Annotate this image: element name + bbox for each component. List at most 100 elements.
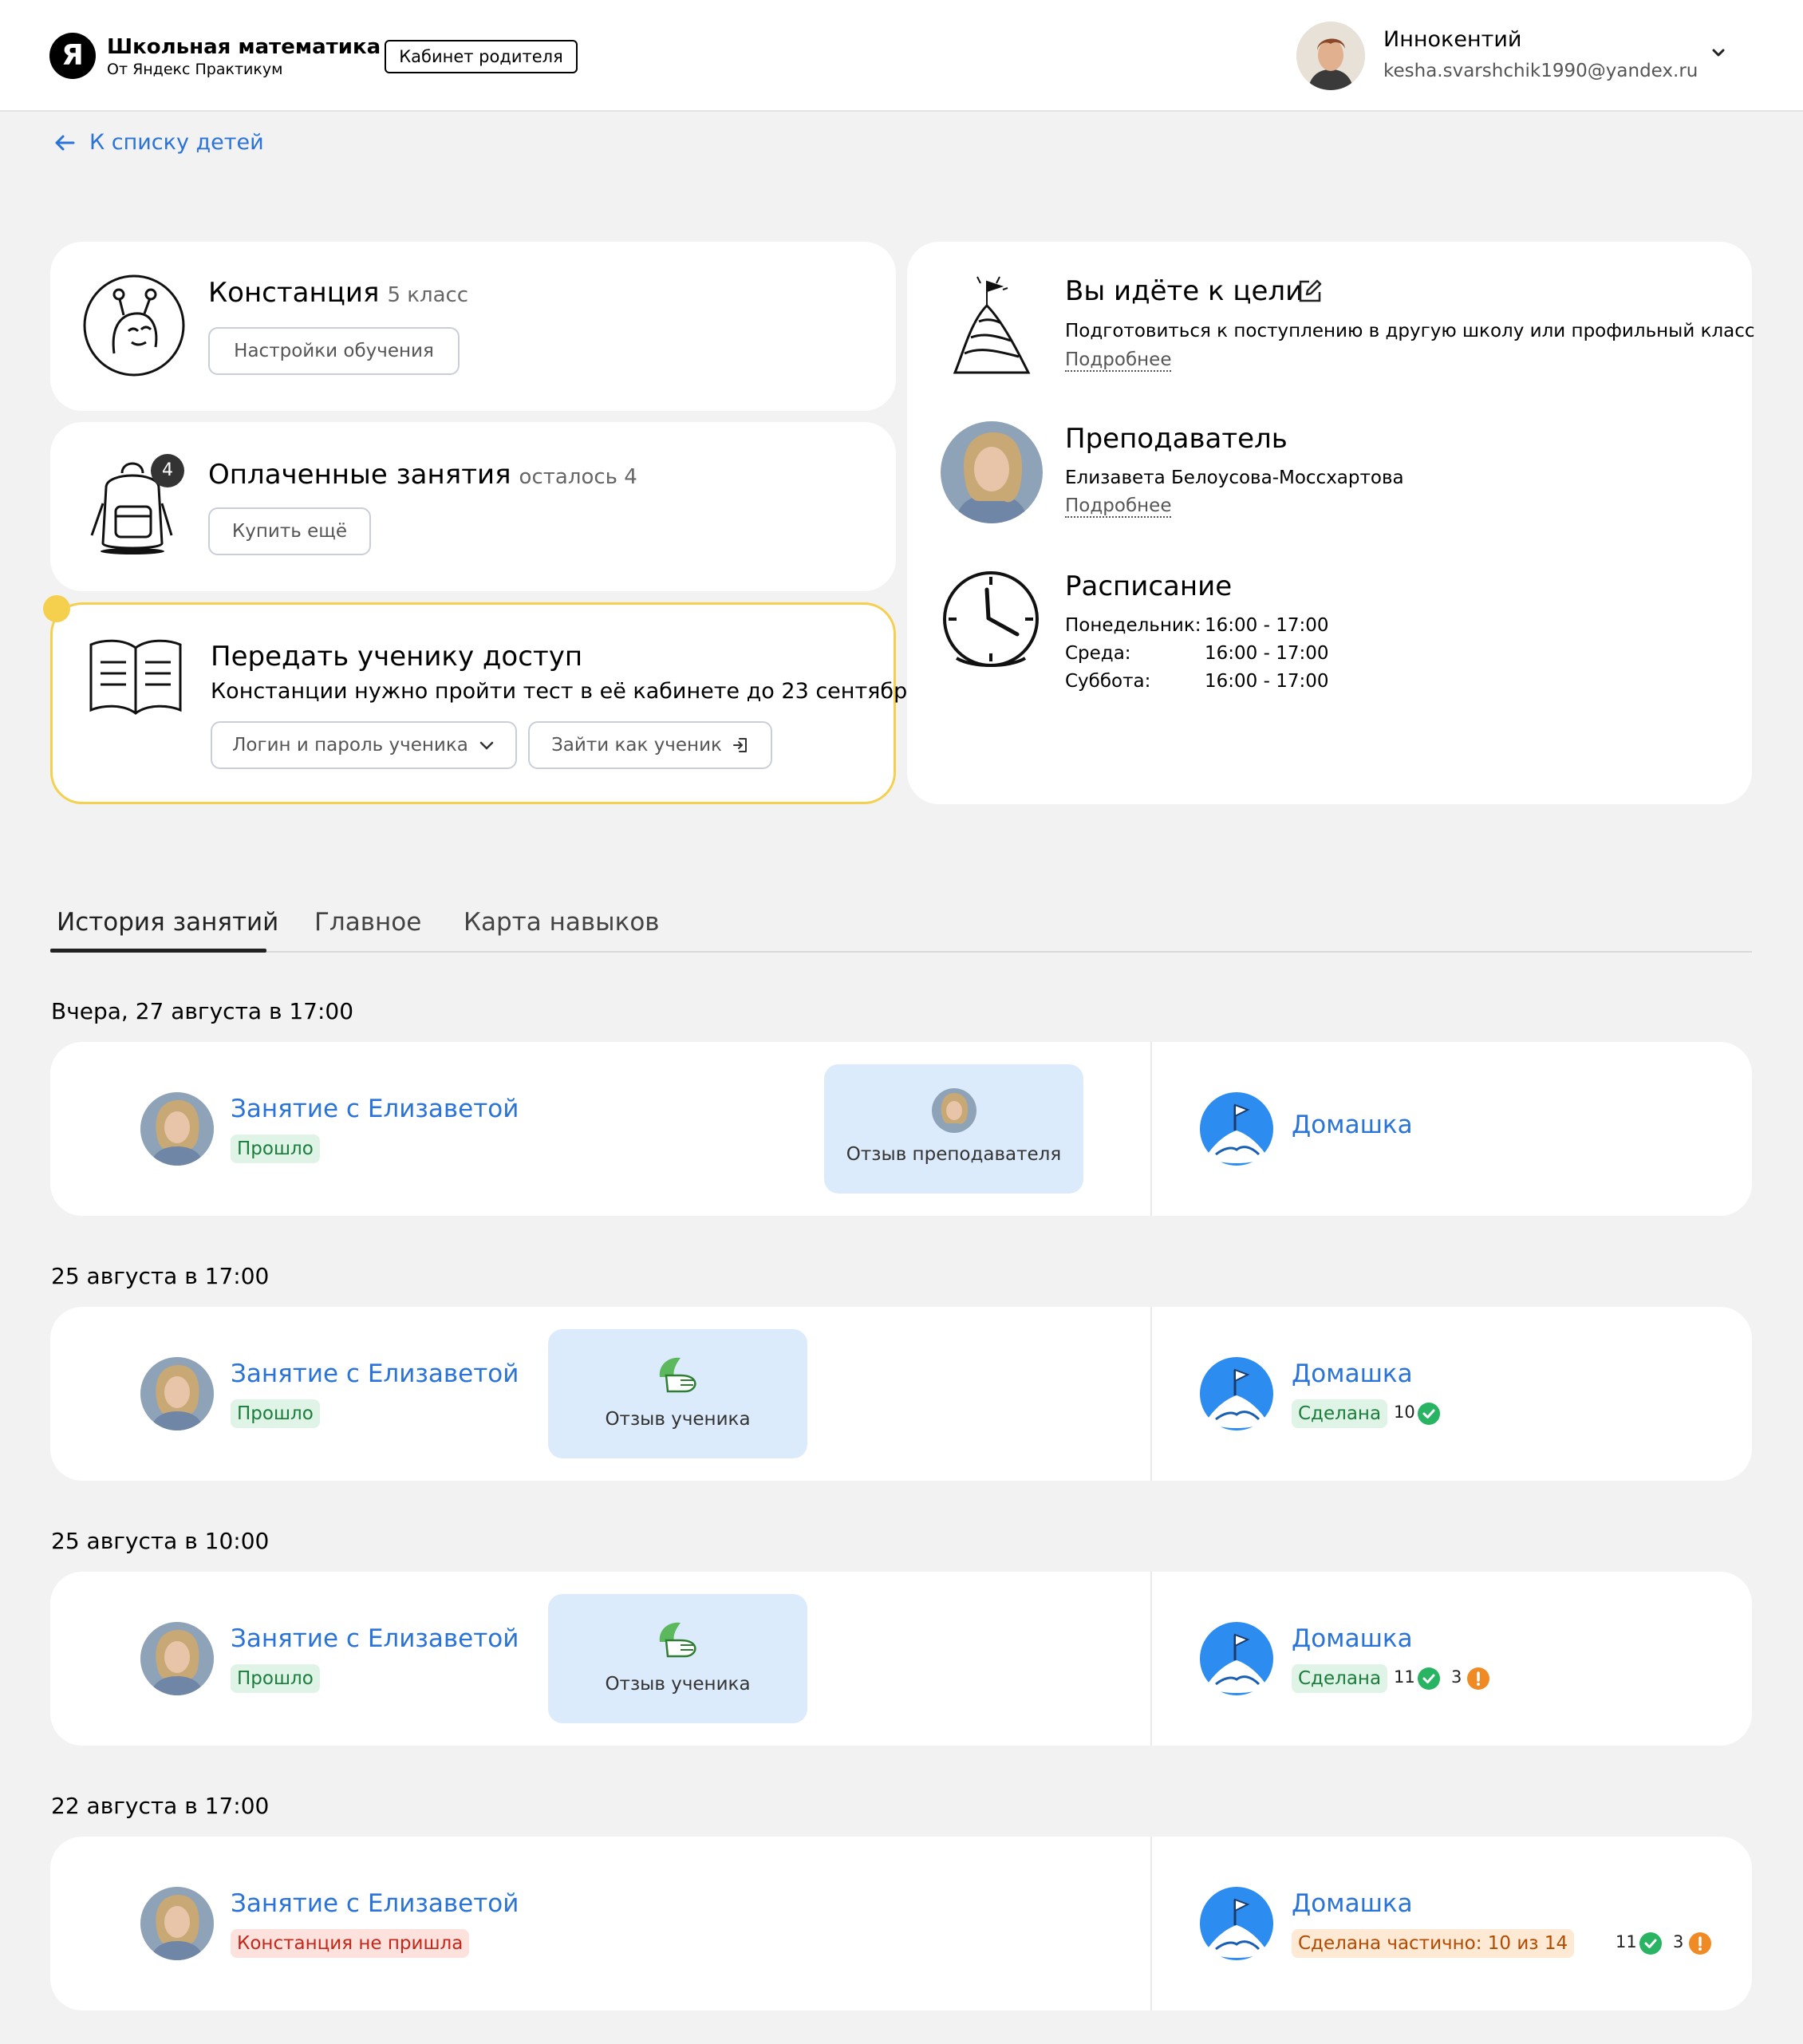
teacher-name: Елизавета Белоусова-Моссхартова xyxy=(1065,468,1404,488)
user-name: Иннокентий xyxy=(1383,27,1522,52)
paid-count-badge: 4 xyxy=(151,454,184,487)
user-email: kesha.svarshchik1990@yandex.ru xyxy=(1383,61,1698,81)
goal-text: Подготовиться к поступлению в другую шко… xyxy=(1065,321,1755,341)
teacher-avatar[interactable] xyxy=(941,421,1043,523)
chevron-down-icon[interactable] xyxy=(1710,44,1727,61)
brand-title: Школьная математика xyxy=(107,35,381,59)
buy-more-button[interactable]: Купить ещё xyxy=(208,507,371,555)
access-description: Констанции нужно пройти тест в её кабине… xyxy=(211,679,921,704)
lesson-title-link[interactable]: Занятие с Елизаветой xyxy=(231,1624,519,1653)
snail-avatar-icon xyxy=(83,274,185,377)
arrow-left-icon xyxy=(55,135,75,150)
goal-teacher-schedule-card: Вы идёте к цели Подготовиться к поступле… xyxy=(907,242,1755,804)
goal-more-link[interactable]: Подробнее xyxy=(1065,349,1172,372)
tab-main[interactable]: Главное xyxy=(314,908,421,937)
error-count: 3 xyxy=(1451,1667,1462,1687)
card-divider xyxy=(1150,1042,1152,1216)
paid-remaining: осталось 4 xyxy=(519,465,637,489)
user-avatar[interactable] xyxy=(1296,22,1365,90)
tab-bar: История занятий Главное Карта навыков xyxy=(50,900,1752,953)
schedule-day: Среда: xyxy=(1065,643,1131,664)
correct-count: 11 xyxy=(1616,1932,1637,1951)
teacher-avatar xyxy=(140,1622,214,1695)
enter-as-student-label: Зайти как ученик xyxy=(551,735,722,756)
lesson-title-link[interactable]: Занятие с Елизаветой xyxy=(231,1095,519,1123)
book-icon xyxy=(89,639,182,715)
homework-flag-icon xyxy=(1200,1622,1273,1695)
correct-count: 10 xyxy=(1394,1403,1415,1422)
lesson-status-badge: Констанция не пришла xyxy=(231,1929,470,1958)
student-card: Констанция 5 класс Настройки обучения xyxy=(50,242,896,411)
schedule-day: Суббота: xyxy=(1065,671,1151,692)
login-password-button[interactable]: Логин и пароль ученика xyxy=(211,721,517,769)
student-name: Констанция xyxy=(208,277,380,309)
chevron-down-icon xyxy=(479,741,494,750)
thumbs-up-leaf-icon xyxy=(659,1622,696,1658)
buy-more-label: Купить ещё xyxy=(231,521,348,542)
lesson-date: 25 августа в 10:00 xyxy=(51,1528,270,1554)
brand-subtitle: От Яндекс Практикум xyxy=(107,61,283,78)
schedule-day: Понедельник: xyxy=(1065,615,1201,636)
homework-flag-icon xyxy=(1200,1887,1273,1960)
teacher-review-button[interactable]: Отзыв преподавателя xyxy=(824,1064,1083,1194)
cabinet-tag: Кабинет родителя xyxy=(385,40,578,73)
yandex-logo[interactable]: Я xyxy=(49,33,96,79)
lesson-card: Занятие с Елизаветой Прошло Отзыв препод… xyxy=(50,1042,1752,1216)
teacher-mini-avatar xyxy=(932,1088,976,1133)
student-access-card: Передать ученику доступ Констанции нужно… xyxy=(43,595,920,804)
back-to-children-link[interactable]: К списку детей xyxy=(53,130,264,155)
paid-lessons-card: 4 Оплаченные занятия осталось 4 Купить ещ… xyxy=(50,422,896,591)
schedule-time: 16:00 - 17:00 xyxy=(1205,643,1329,664)
teacher-more-link[interactable]: Подробнее xyxy=(1065,495,1172,518)
lesson-title-link[interactable]: Занятие с Елизаветой xyxy=(231,1889,519,1918)
homework-status-badge: Сделана xyxy=(1292,1399,1388,1428)
error-count: 3 xyxy=(1673,1932,1684,1951)
teacher-avatar xyxy=(140,1357,214,1430)
goal-title: Вы идёте к цели xyxy=(1065,275,1304,307)
card-divider xyxy=(1150,1307,1152,1481)
login-password-label: Логин и пароль ученика xyxy=(232,735,468,756)
check-circle-icon xyxy=(1418,1403,1440,1425)
review-label: Отзыв ученика xyxy=(605,1409,751,1430)
student-review-button[interactable]: Отзыв ученика xyxy=(548,1329,807,1458)
review-label: Отзыв ученика xyxy=(605,1674,751,1695)
thumbs-up-leaf-icon xyxy=(659,1357,696,1393)
check-circle-icon xyxy=(1418,1667,1440,1690)
correct-count: 11 xyxy=(1394,1667,1415,1687)
back-link-label: К списку детей xyxy=(89,130,264,155)
teacher-avatar xyxy=(140,1887,214,1960)
top-header: Я Школьная математика От Яндекс Практику… xyxy=(0,0,1803,112)
homework-link[interactable]: Домашка xyxy=(1292,1359,1413,1388)
access-title: Передать ученику доступ xyxy=(211,641,583,673)
homework-link[interactable]: Домашка xyxy=(1292,1624,1413,1653)
enter-as-student-button[interactable]: Зайти как ученик xyxy=(528,721,772,769)
schedule-title: Расписание xyxy=(1065,570,1233,602)
lesson-card: Занятие с Елизаветой Прошло Отзыв ученик… xyxy=(50,1572,1752,1746)
student-review-button[interactable]: Отзыв ученика xyxy=(548,1594,807,1723)
homework-link[interactable]: Домашка xyxy=(1292,1111,1413,1139)
clock-icon xyxy=(943,571,1039,667)
learning-settings-label: Настройки обучения xyxy=(234,341,434,361)
lesson-status-badge: Прошло xyxy=(231,1399,320,1428)
login-icon xyxy=(732,738,747,752)
lesson-card: Занятие с Елизаветой Прошло Отзыв ученик… xyxy=(50,1307,1752,1481)
warning-circle-icon xyxy=(1689,1932,1711,1955)
schedule-time: 16:00 - 17:00 xyxy=(1205,671,1329,692)
card-divider xyxy=(1150,1572,1152,1746)
homework-link[interactable]: Домашка xyxy=(1292,1889,1413,1918)
review-label: Отзыв преподавателя xyxy=(846,1144,1062,1165)
check-circle-icon xyxy=(1639,1932,1662,1955)
warning-circle-icon xyxy=(1467,1667,1489,1690)
lesson-title-link[interactable]: Занятие с Елизаветой xyxy=(231,1359,519,1388)
student-grade: 5 класс xyxy=(387,283,469,307)
homework-status-badge: Сделана xyxy=(1292,1664,1388,1693)
notification-dot xyxy=(43,595,70,622)
mountain-flag-icon xyxy=(953,276,1031,374)
learning-settings-button[interactable]: Настройки обучения xyxy=(208,327,460,375)
tab-lesson-history[interactable]: История занятий xyxy=(57,908,278,937)
tab-skills-map[interactable]: Карта навыков xyxy=(464,908,660,937)
schedule-time: 16:00 - 17:00 xyxy=(1205,615,1329,636)
edit-icon[interactable] xyxy=(1296,278,1324,305)
teacher-avatar xyxy=(140,1092,214,1166)
lesson-date: Вчера, 27 августа в 17:00 xyxy=(51,998,354,1024)
